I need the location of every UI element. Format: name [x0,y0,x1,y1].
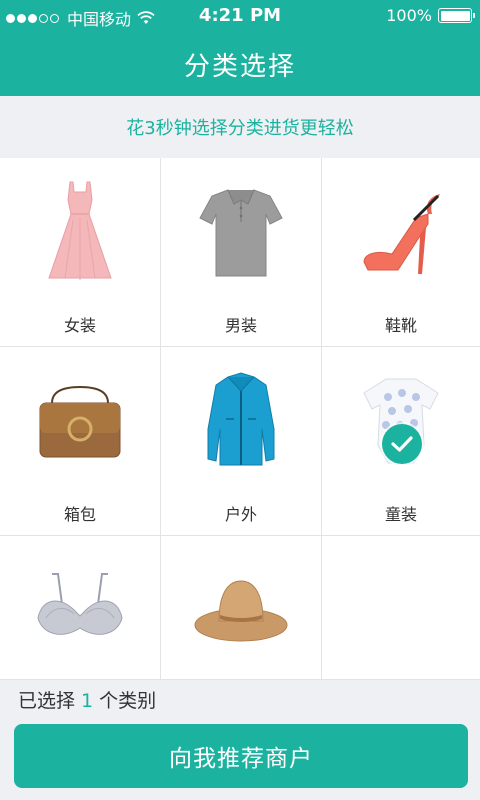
category-underwear[interactable] [0,536,161,680]
recommend-merchants-button[interactable]: 向我推荐商户 [14,724,468,788]
summary-suffix: 个类别 [99,690,157,712]
dress-icon [48,181,112,280]
empty-cell [322,536,480,680]
battery-percentage: 100% [386,6,432,25]
category-label: 户外 [224,505,257,524]
selected-count: 1 [81,690,94,712]
tip-text: 花3秒钟选择分类进货更轻松 [126,118,354,139]
battery-icon [438,8,475,23]
category-hats[interactable] [161,536,322,680]
handbag-icon [39,385,121,458]
summary-prefix: 已选择 [18,690,76,712]
page-title: 分类选择 [183,51,296,82]
category-label: 童装 [384,505,417,524]
category-label: 女装 [63,316,96,335]
category-outdoor[interactable]: 户外 [161,347,322,536]
status-bar: 中国移动 4:21 PM 100% [0,0,480,32]
category-grid: 女装 男装 鞋靴 箱包 户外 童装 [0,158,480,680]
selection-summary: 已选择 1 个类别 [18,686,156,713]
category-label: 箱包 [63,505,96,524]
category-shoes[interactable]: 鞋靴 [322,158,480,347]
tip-banner: 花3秒钟选择分类进货更轻松 [0,96,480,158]
category-mens-clothing[interactable]: 男装 [161,158,322,347]
category-label: 男装 [224,316,257,335]
high-heel-shoe-icon [363,194,440,274]
category-bags[interactable]: 箱包 [0,347,161,536]
category-label: 鞋靴 [384,316,417,335]
polo-shirt-icon [199,189,283,277]
category-womens-clothing[interactable]: 女装 [0,158,161,347]
outdoor-jacket-icon [207,372,275,466]
nav-bar: 分类选择 [0,32,480,96]
sun-hat-icon [194,580,288,642]
bra-icon [37,573,123,635]
selected-check-icon [382,424,422,464]
category-kids-clothing[interactable]: 童装 [322,347,480,536]
footer-bar: 已选择 1 个类别 向我推荐商户 [0,680,480,800]
